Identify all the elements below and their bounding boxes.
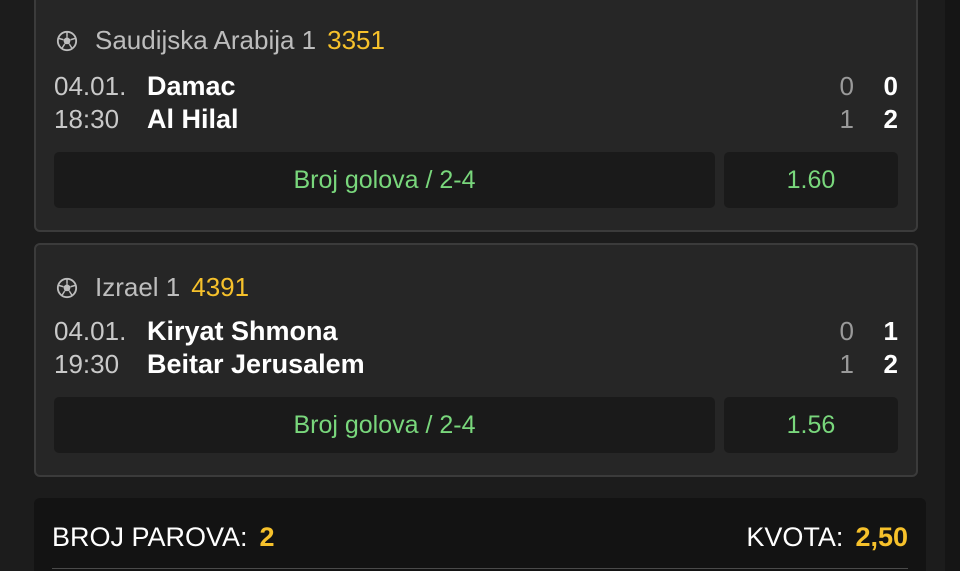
match-card: Saudijska Arabija 1 3351 04.01. Damac 0 …	[34, 0, 918, 232]
odds-value: 2,50	[855, 522, 908, 552]
away-team-name: Beitar Jerusalem	[147, 348, 365, 379]
soccer-ball-icon	[56, 277, 78, 298]
odd-button[interactable]: 1.60	[724, 152, 898, 208]
pick-label: Broj golova / 2-4	[293, 410, 476, 439]
home-team-row: 04.01. Kiryat Shmona 0 1	[54, 314, 898, 348]
home-team-name: Damac	[147, 70, 236, 101]
away-team-name: Al Hilal	[147, 103, 239, 134]
pairs-value: 2	[259, 522, 275, 552]
away-final-score: 2	[883, 348, 898, 379]
match-date: 04.01.	[54, 315, 127, 346]
match-code: 3351	[327, 25, 385, 55]
ticket-summary: BROJ PAROVA: 2 KVOTA: 2,50	[34, 498, 926, 571]
ticket-page: Saudijska Arabija 1 3351 04.01. Damac 0 …	[0, 0, 960, 571]
total-odds: KVOTA: 2,50	[746, 522, 908, 553]
league-header: Saudijska Arabija 1 3351	[56, 25, 385, 56]
away-team-row: 18:30 Al Hilal 1 2	[54, 102, 898, 136]
pick-label: Broj golova / 2-4	[293, 165, 476, 194]
league-header: Izrael 1 4391	[56, 272, 249, 303]
home-team-name: Kiryat Shmona	[147, 315, 338, 346]
away-halftime-score: 1	[839, 348, 854, 379]
match-time: 18:30	[54, 103, 120, 134]
home-final-score: 1	[883, 315, 898, 346]
away-halftime-score: 1	[839, 103, 854, 134]
away-team-row: 19:30 Beitar Jerusalem 1 2	[54, 347, 898, 381]
odd-value: 1.56	[786, 410, 836, 439]
pick-button[interactable]: Broj golova / 2-4	[54, 152, 715, 208]
side-panel-edge	[945, 0, 960, 571]
home-final-score: 0	[883, 70, 898, 101]
pick-button[interactable]: Broj golova / 2-4	[54, 397, 715, 453]
odd-button[interactable]: 1.56	[724, 397, 898, 453]
match-code: 4391	[191, 272, 250, 302]
league-name: Saudijska Arabija 1	[95, 25, 317, 55]
home-team-row: 04.01. Damac 0 0	[54, 69, 898, 103]
home-halftime-score: 0	[839, 70, 854, 101]
pairs-count: BROJ PAROVA: 2	[52, 522, 275, 553]
odds-label: KVOTA:	[746, 522, 844, 552]
away-final-score: 2	[883, 103, 898, 134]
divider	[52, 568, 908, 569]
home-halftime-score: 0	[839, 315, 854, 346]
soccer-ball-icon	[56, 30, 78, 51]
match-card: Izrael 1 4391 04.01. Kiryat Shmona 0 1 1…	[34, 243, 918, 477]
match-time: 19:30	[54, 348, 120, 379]
match-date: 04.01.	[54, 70, 127, 101]
odd-value: 1.60	[786, 165, 836, 194]
pairs-label: BROJ PAROVA:	[52, 522, 248, 552]
league-name: Izrael 1	[95, 272, 181, 302]
